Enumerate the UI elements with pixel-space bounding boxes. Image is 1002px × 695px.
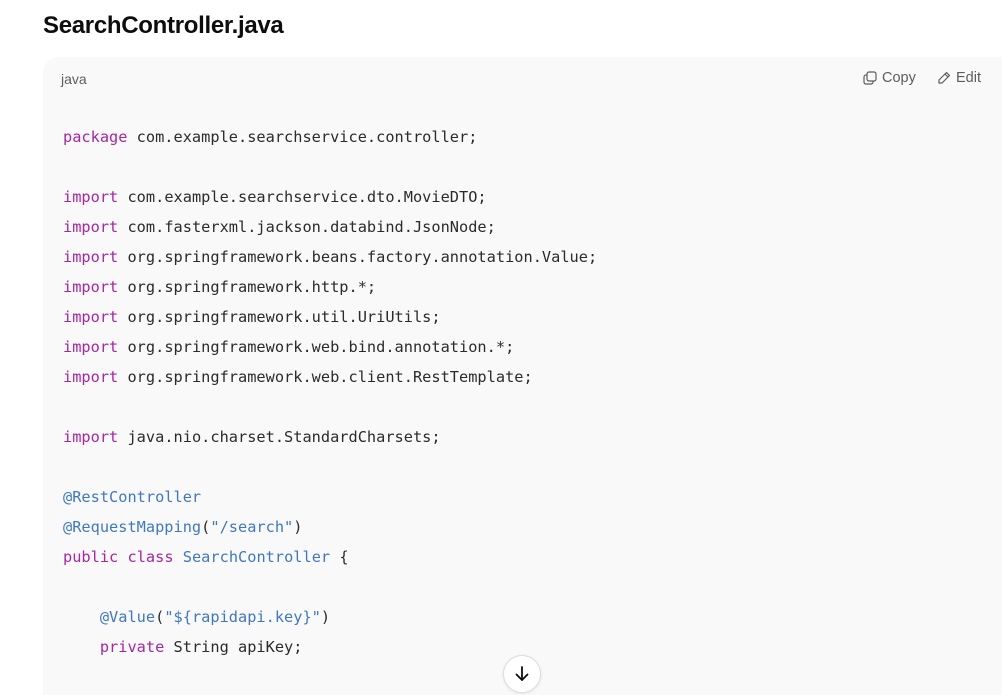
code-token: { [330,548,349,566]
scroll-to-bottom-button[interactable] [503,655,541,693]
code-token: ) [293,518,303,536]
code-token: public [63,548,119,566]
code-token: com.fasterxml.jackson.databind.JsonNode; [118,218,496,236]
file-title: SearchController.java [43,12,284,39]
code-content: package com.example.searchservice.contro… [63,122,597,662]
copy-icon [863,71,877,85]
copy-label: Copy [882,70,916,86]
code-line: import org.springframework.util.UriUtils… [63,302,597,332]
code-token: import [63,368,119,386]
edit-label: Edit [956,70,981,86]
code-token: org.springframework.http.*; [118,278,377,296]
code-token: "/search" [210,518,294,536]
code-token: import [63,188,119,206]
code-token: "${rapidapi.key}" [164,608,321,626]
code-line: @RestController [63,482,597,512]
code-line: import com.example.searchservice.dto.Mov… [63,182,597,212]
code-token: ( [155,608,165,626]
code-token: import [63,278,119,296]
code-token: com.example.searchservice.controller; [127,128,478,146]
code-line: import org.springframework.web.client.Re… [63,362,597,392]
code-token: @Value [99,608,156,626]
code-token: @RequestMapping [63,518,202,536]
code-token: java.nio.charset.StandardCharsets; [118,428,441,446]
code-block-header: java Copy Edit [43,57,1002,101]
code-token: ( [201,518,211,536]
code-token: org.springframework.beans.factory.annota… [118,248,598,266]
code-token: import [63,248,119,266]
page: SearchController.java java Copy Edit pac… [0,0,1002,695]
code-line: @Value("${rapidapi.key}") [63,602,597,632]
code-line: import java.nio.charset.StandardCharsets… [63,422,597,452]
code-token: ) [320,608,331,626]
code-token: import [63,308,119,326]
code-line: import com.fasterxml.jackson.databind.Js… [63,212,597,242]
language-label: java [61,71,87,87]
code-token: String apiKey; [164,638,303,656]
code-token: org.springframework.web.client.RestTempl… [118,368,533,386]
code-line: @RequestMapping("/search") [63,512,597,542]
code-token: @RestController [63,488,202,506]
code-block: java Copy Edit package com.example.searc… [43,57,1002,695]
code-token: SearchController [182,548,331,566]
arrow-down-icon [512,664,532,684]
code-line: public class SearchController { [63,542,597,572]
code-line: import org.springframework.web.bind.anno… [63,332,597,362]
code-token: package [63,128,128,146]
copy-button[interactable]: Copy [863,70,916,86]
code-token: com.example.searchservice.dto.MovieDTO; [118,188,487,206]
code-token: org.springframework.web.bind.annotation.… [118,338,515,356]
code-line: package com.example.searchservice.contro… [63,122,597,152]
code-token: import [63,218,119,236]
code-line: import org.springframework.http.*; [63,272,597,302]
code-token: private [99,638,165,656]
code-token: import [63,428,119,446]
code-token: import [63,338,119,356]
pencil-icon [937,71,951,85]
code-line: import org.springframework.beans.factory… [63,242,597,272]
edit-button[interactable]: Edit [937,70,981,86]
code-token: class [127,548,174,566]
code-token: org.springframework.util.UriUtils; [118,308,441,326]
